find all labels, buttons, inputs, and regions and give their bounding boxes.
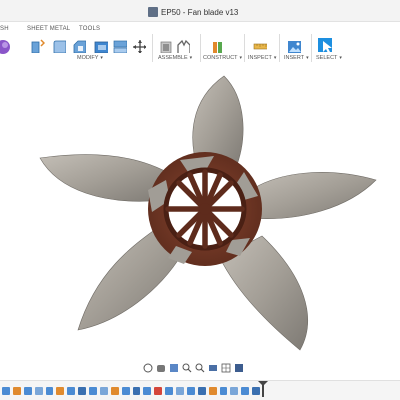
timeline-step[interactable] (78, 387, 86, 395)
ribbon-separator (279, 34, 280, 62)
document-title-group: EP50 - Fan blade v13 (148, 5, 238, 19)
document-icon (148, 7, 158, 17)
timeline-steps (0, 385, 260, 397)
document-title: EP50 - Fan blade v13 (161, 7, 239, 17)
timeline-step[interactable] (154, 387, 163, 395)
ribbon-separator (200, 34, 201, 62)
ribbon-separator (311, 34, 312, 62)
timeline-step[interactable] (132, 387, 141, 395)
timeline-step[interactable] (176, 387, 184, 395)
fillet-icon[interactable] (52, 39, 66, 53)
orbit-icon[interactable] (143, 363, 153, 373)
plane-icon[interactable] (211, 39, 225, 53)
fan-blade-model[interactable] (0, 66, 400, 358)
timeline-step[interactable] (197, 387, 206, 395)
timeline (0, 380, 400, 400)
inspect-menu[interactable]: INSPECT ▾ (248, 55, 276, 61)
timeline-step[interactable] (89, 387, 97, 395)
ribbon-separator (152, 34, 153, 62)
move-icon[interactable] (132, 39, 146, 53)
select-menu[interactable]: SELECT ▾ (316, 55, 342, 61)
chamfer-icon[interactable] (72, 39, 86, 53)
timeline-step[interactable] (34, 387, 43, 395)
timeline-step[interactable] (23, 387, 32, 395)
timeline-marker[interactable] (262, 383, 264, 397)
measure-icon[interactable] (253, 40, 267, 54)
tab-sheet-metal[interactable]: SHEET METAL (27, 26, 70, 32)
form-icon[interactable] (0, 40, 10, 54)
blade (247, 172, 377, 219)
navigation-bar (143, 361, 255, 375)
timeline-step[interactable] (219, 387, 228, 395)
select-icon[interactable] (318, 38, 332, 52)
timeline-step[interactable] (121, 387, 130, 395)
combine-icon[interactable] (113, 39, 127, 53)
timeline-step[interactable] (252, 387, 260, 395)
assemble-menu[interactable]: ASSEMBLE ▾ (158, 55, 192, 61)
as-built-joint-icon[interactable] (176, 39, 190, 53)
timeline-step[interactable] (45, 387, 54, 395)
timeline-step[interactable] (67, 387, 76, 395)
title-bar: EP50 - Fan blade v13 (0, 0, 400, 22)
grid-icon[interactable] (221, 363, 231, 373)
hub-center (199, 203, 211, 215)
timeline-step[interactable] (165, 387, 173, 395)
modify-menu[interactable]: MODIFY ▾ (77, 55, 103, 61)
zoom-icon[interactable] (182, 363, 192, 373)
canvas-viewport[interactable] (0, 66, 400, 358)
timeline-step[interactable] (186, 387, 195, 395)
timeline-step[interactable] (2, 387, 10, 395)
fit-icon[interactable] (195, 363, 205, 373)
timeline-step[interactable] (56, 387, 65, 395)
joint-icon[interactable] (160, 39, 174, 53)
timeline-step[interactable] (143, 387, 152, 395)
timeline-step[interactable] (241, 387, 250, 395)
timeline-step[interactable] (230, 387, 239, 395)
pan-icon[interactable] (156, 363, 166, 373)
insert-image-icon[interactable] (287, 39, 301, 53)
construct-menu[interactable]: CONSTRUCT ▾ (203, 55, 242, 61)
tab-tools[interactable]: TOOLS (79, 26, 100, 32)
timeline-step[interactable] (12, 387, 21, 395)
shell-icon[interactable] (94, 39, 108, 53)
timeline-step[interactable] (99, 387, 108, 395)
timeline-step[interactable] (208, 387, 217, 395)
look-at-icon[interactable] (169, 363, 179, 373)
press-pull-icon[interactable] (31, 39, 45, 53)
tab-mesh[interactable]: SH (0, 26, 9, 32)
viewports-icon[interactable] (234, 363, 244, 373)
ribbon-separator (244, 34, 245, 62)
timeline-step[interactable] (110, 387, 119, 395)
insert-menu[interactable]: INSERT ▾ (284, 55, 309, 61)
display-settings-icon[interactable] (208, 363, 218, 373)
